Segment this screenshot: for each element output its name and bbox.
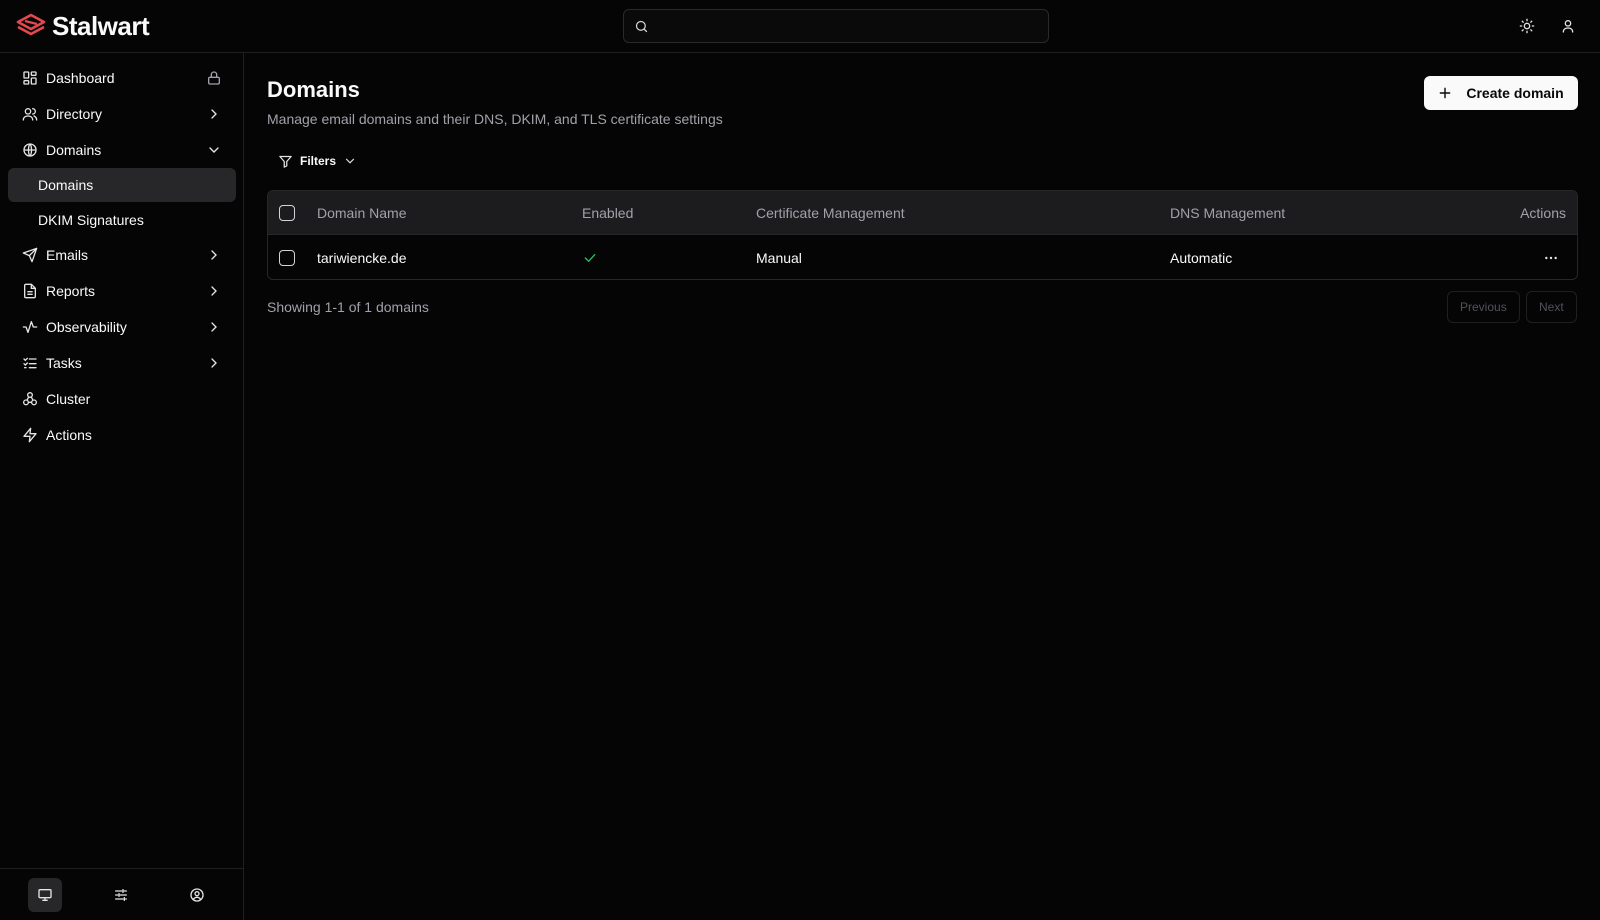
search-icon: [634, 19, 649, 34]
sidebar-item-label: Actions: [46, 427, 92, 443]
sidebar-item-domains[interactable]: Domains: [8, 133, 236, 167]
create-domain-button[interactable]: Create domain: [1424, 76, 1578, 110]
domains-table: Domain Name Enabled Certificate Manageme…: [267, 190, 1578, 280]
sidebar-item-tasks[interactable]: Tasks: [8, 346, 236, 380]
globe-icon: [23, 143, 37, 157]
chevron-right-icon: [211, 286, 217, 296]
table-header: Domain Name Enabled Certificate Manageme…: [268, 191, 1577, 234]
sidebar-item-label: Tasks: [46, 355, 82, 371]
enabled-cell: [582, 235, 598, 279]
sidebar-subitem-domains[interactable]: Domains: [8, 168, 236, 202]
monitor-view-button[interactable]: [28, 878, 62, 912]
send-icon: [22, 247, 38, 263]
chevron-down-icon: [209, 147, 219, 153]
sidebar-item-label: Emails: [46, 247, 89, 263]
sidebar-item-label: Directory: [46, 106, 103, 122]
lock-icon: [208, 71, 220, 85]
row-checkbox[interactable]: [279, 249, 295, 266]
top-bar: Stalwart: [0, 0, 1600, 53]
sidebar-subitem-dkim-signatures[interactable]: DKIM Signatures: [8, 203, 236, 237]
users-icon: [22, 108, 38, 121]
sidebar-item-label: Domains: [46, 142, 102, 158]
sidebar-item-label: Observability: [46, 319, 127, 335]
user-menu-button[interactable]: [1554, 12, 1582, 40]
sidebar-item-actions[interactable]: Actions: [8, 418, 236, 452]
chevron-right-icon: [211, 358, 217, 368]
page-subtitle: Manage email domains and their DNS, DKIM…: [267, 111, 723, 127]
list-checks-icon: [23, 357, 37, 369]
chevron-right-icon: [211, 109, 217, 119]
zap-icon: [23, 427, 37, 443]
column-header-actions: Actions: [1520, 204, 1566, 221]
sidebar: Dashboard Directory Domains Domains DKIM…: [0, 53, 244, 920]
chevron-right-icon: [211, 322, 217, 332]
sidebar-item-label: Dashboard: [46, 70, 115, 86]
file-text-icon: [24, 283, 36, 299]
chevron-down-icon: [345, 158, 355, 164]
user-icon: [1562, 20, 1574, 33]
column-header-enabled[interactable]: Enabled: [582, 191, 633, 234]
filter-icon: [279, 155, 292, 168]
filters-button[interactable]: Filters: [278, 150, 357, 172]
more-horizontal-icon: [1545, 256, 1557, 259]
sidebar-item-directory[interactable]: Directory: [8, 97, 236, 131]
monitor-icon: [38, 889, 52, 901]
filters-label: Filters: [300, 154, 337, 168]
sidebar-item-emails[interactable]: Emails: [8, 238, 236, 272]
select-all-cell: [279, 191, 295, 234]
column-header-domain-name[interactable]: Domain Name: [317, 191, 406, 234]
row-select-cell: [279, 235, 295, 279]
sidebar-item-dashboard[interactable]: Dashboard: [8, 61, 236, 95]
cluster-icon: [23, 392, 37, 406]
check-icon: [584, 253, 596, 262]
search-input[interactable]: [623, 9, 1049, 43]
previous-page-button[interactable]: Previous: [1447, 291, 1520, 323]
dashboard-icon: [23, 71, 37, 85]
brand-name: Stalwart: [52, 10, 150, 41]
next-page-button[interactable]: Next: [1526, 291, 1577, 323]
page-title: Domains: [267, 77, 360, 102]
select-all-checkbox[interactable]: [279, 204, 295, 221]
settings-view-button[interactable]: [104, 878, 138, 912]
sidebar-item-label: DKIM Signatures: [38, 212, 144, 228]
main-content: Domains Manage email domains and their D…: [244, 53, 1600, 920]
sidebar-item-observability[interactable]: Observability: [8, 310, 236, 344]
theme-toggle-button[interactable]: [1513, 12, 1541, 40]
row-actions-button[interactable]: [1543, 235, 1559, 279]
sliders-icon: [115, 889, 127, 901]
stalwart-logo-icon: [16, 13, 46, 36]
dns-management-cell: Automatic: [1170, 249, 1233, 266]
account-view-button[interactable]: [180, 878, 214, 912]
sidebar-item-label: Domains: [38, 177, 94, 193]
column-header-dns-management[interactable]: DNS Management: [1170, 191, 1285, 234]
activity-icon: [22, 321, 38, 333]
plus-icon: [1440, 87, 1451, 99]
logo[interactable]: Stalwart: [16, 10, 150, 41]
certificate-management-cell: Manual: [756, 249, 802, 266]
domain-name-cell[interactable]: tariwiencke.de: [317, 235, 407, 279]
sidebar-item-label: Cluster: [46, 391, 91, 407]
user-circle-icon: [190, 888, 204, 902]
sidebar-item-reports[interactable]: Reports: [8, 274, 236, 308]
chevron-right-icon: [211, 250, 217, 260]
column-header-certificate-management[interactable]: Certificate Management: [756, 191, 905, 234]
sidebar-item-label: Reports: [46, 283, 96, 299]
sidebar-item-cluster[interactable]: Cluster: [8, 382, 236, 416]
sidebar-footer: [0, 868, 243, 920]
create-domain-label: Create domain: [1466, 85, 1564, 101]
pagination-summary: Showing 1-1 of 1 domains: [267, 299, 429, 315]
table-row[interactable]: tariwiencke.de Manual Automatic: [268, 234, 1577, 279]
sun-icon: [1519, 18, 1535, 34]
